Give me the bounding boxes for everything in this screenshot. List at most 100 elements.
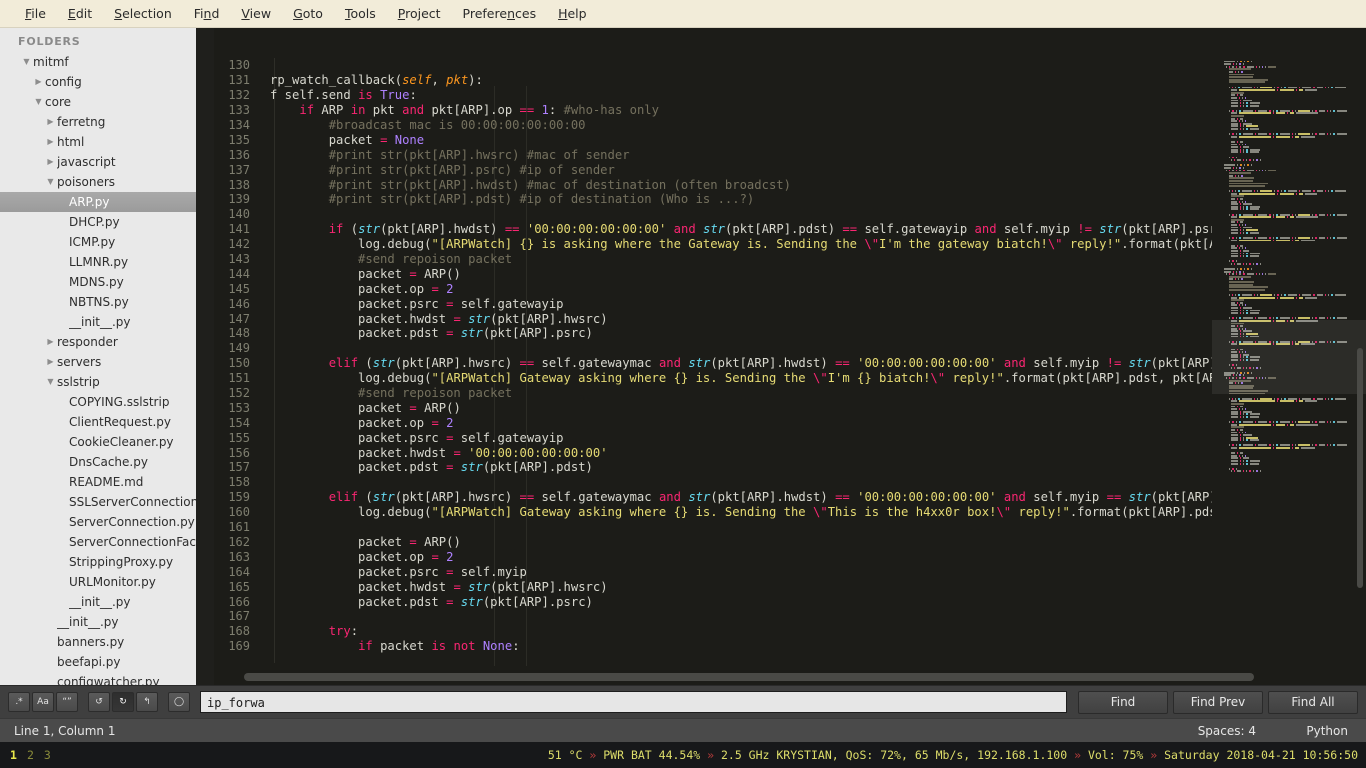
tree-file-dhcp-py[interactable]: DHCP.py <box>0 212 196 232</box>
menu-item-view[interactable]: View <box>230 4 282 23</box>
code-content[interactable]: 130131rp_watch_callback(self, pkt):132f … <box>214 58 1214 663</box>
workspace-switcher[interactable]: 123 <box>0 748 51 762</box>
code-line[interactable]: 160 log.debug("[ARPWatch] Gateway asking… <box>214 505 1214 520</box>
tree-file-urlmonitor-py[interactable]: URLMonitor.py <box>0 572 196 592</box>
tree-file-readme-md[interactable]: README.md <box>0 472 196 492</box>
code-line[interactable]: 145 packet.op = 2 <box>214 281 1214 296</box>
preserve-case-toggle[interactable]: ◯ <box>168 692 190 712</box>
tree-folder-servers[interactable]: ▶servers <box>0 352 196 372</box>
chevron-right-icon[interactable]: ▶ <box>32 78 45 86</box>
chevron-right-icon[interactable]: ▶ <box>44 358 57 366</box>
code-line[interactable]: 143 #send repoison packet <box>214 252 1214 267</box>
code-line[interactable]: 155 packet.psrc = self.gatewayip <box>214 430 1214 445</box>
code-line[interactable]: 134 #broadcast mac is 00:00:00:00:00:00 <box>214 118 1214 133</box>
find-bar[interactable]: .*Aa“”↺↻↰◯ ip_forwa FindFind PrevFind Al… <box>0 685 1366 718</box>
regex-toggle[interactable]: .* <box>8 692 30 712</box>
tree-file-sslserverconnection[interactable]: SSLServerConnection. <box>0 492 196 512</box>
code-line[interactable]: 149 <box>214 341 1214 356</box>
whole-word-toggle[interactable]: “” <box>56 692 78 712</box>
code-line[interactable]: 148 packet.pdst = str(pkt[ARP].psrc) <box>214 326 1214 341</box>
menu-item-find[interactable]: Find <box>183 4 231 23</box>
chevron-right-icon[interactable]: ▶ <box>44 338 57 346</box>
code-line[interactable]: 154 packet.op = 2 <box>214 415 1214 430</box>
tree-file-dnscache-py[interactable]: DnsCache.py <box>0 452 196 472</box>
code-line[interactable]: 131rp_watch_callback(self, pkt): <box>214 73 1214 88</box>
code-line[interactable]: 168 try: <box>214 624 1214 639</box>
chevron-down-icon[interactable]: ▼ <box>44 378 57 386</box>
tree-file-configwatcher-py[interactable]: configwatcher.py <box>0 672 196 685</box>
find-toggle-group[interactable]: .*Aa“”↺↻↰◯ <box>8 692 192 712</box>
code-line[interactable]: 137 #print str(pkt[ARP].psrc) #ip of sen… <box>214 162 1214 177</box>
menu-item-project[interactable]: Project <box>387 4 452 23</box>
chevron-down-icon[interactable]: ▼ <box>32 98 45 106</box>
menu-item-tools[interactable]: Tools <box>334 4 387 23</box>
code-line[interactable]: 144 packet = ARP() <box>214 266 1214 281</box>
code-line[interactable]: 142 log.debug("[ARPWatch] {} is asking w… <box>214 237 1214 252</box>
tree-file-init-py[interactable]: __init__.py <box>0 612 196 632</box>
code-line[interactable]: 162 packet = ARP() <box>214 535 1214 550</box>
chevron-right-icon[interactable]: ▶ <box>44 158 57 166</box>
tree-file-beefapi-py[interactable]: beefapi.py <box>0 652 196 672</box>
code-line[interactable]: 153 packet = ARP() <box>214 400 1214 415</box>
tree-folder-responder[interactable]: ▶responder <box>0 332 196 352</box>
workspace-1[interactable]: 1 <box>10 748 17 762</box>
chevron-down-icon[interactable]: ▼ <box>20 58 33 66</box>
code-line[interactable]: 146 packet.psrc = self.gatewayip <box>214 296 1214 311</box>
code-line[interactable]: 139 #print str(pkt[ARP].pdst) #ip of des… <box>214 192 1214 207</box>
find-button-group[interactable]: FindFind PrevFind All <box>1073 691 1358 714</box>
find-button[interactable]: Find <box>1078 691 1168 714</box>
code-line[interactable]: 151 log.debug("[ARPWatch] Gateway asking… <box>214 371 1214 386</box>
code-line[interactable]: 167 <box>214 609 1214 624</box>
code-line[interactable]: 136 #print str(pkt[ARP].hwsrc) #mac of s… <box>214 147 1214 162</box>
workspace-3[interactable]: 3 <box>44 748 51 762</box>
folder-tree-list[interactable]: ▼mitmf▶config▼core▶ferretng▶html▶javascr… <box>0 52 196 685</box>
tree-file-copying-sslstrip[interactable]: COPYING.sslstrip <box>0 392 196 412</box>
code-line[interactable]: 159 elif (str(pkt[ARP].hwsrc) == self.ga… <box>214 490 1214 505</box>
tree-folder-ferretng[interactable]: ▶ferretng <box>0 112 196 132</box>
tree-folder-sslstrip[interactable]: ▼sslstrip <box>0 372 196 392</box>
editor-horizontal-scrollbar-thumb[interactable] <box>244 673 1254 681</box>
tree-file-serverconnection-py[interactable]: ServerConnection.py <box>0 512 196 532</box>
code-line[interactable]: 147 packet.hwdst = str(pkt[ARP].hwsrc) <box>214 311 1214 326</box>
tree-file-cookiecleaner-py[interactable]: CookieCleaner.py <box>0 432 196 452</box>
menu-item-file[interactable]: File <box>14 4 57 23</box>
tree-file-nbtns-py[interactable]: NBTNS.py <box>0 292 196 312</box>
tree-file-llmnr-py[interactable]: LLMNR.py <box>0 252 196 272</box>
chevron-down-icon[interactable]: ▼ <box>44 178 57 186</box>
indentation-setting[interactable]: Spaces: 4 <box>1198 724 1256 738</box>
tree-file-init-py[interactable]: __init__.py <box>0 312 196 332</box>
editor-vertical-scrollbar[interactable] <box>1357 348 1363 588</box>
code-line[interactable]: 141 if (str(pkt[ARP].hwdst) == '00:00:00… <box>214 222 1214 237</box>
tree-folder-poisoners[interactable]: ▼poisoners <box>0 172 196 192</box>
sidebar-file-tree[interactable]: FOLDERS ▼mitmf▶config▼core▶ferretng▶html… <box>0 28 196 685</box>
code-line[interactable]: 163 packet.op = 2 <box>214 549 1214 564</box>
tree-folder-javascript[interactable]: ▶javascript <box>0 152 196 172</box>
minimap-viewport[interactable] <box>1212 320 1366 394</box>
syntax-mode[interactable]: Python <box>1306 724 1348 738</box>
chevron-right-icon[interactable]: ▶ <box>44 118 57 126</box>
tree-folder-config[interactable]: ▶config <box>0 72 196 92</box>
tree-file-banners-py[interactable]: banners.py <box>0 632 196 652</box>
code-line[interactable]: 169 if packet is not None: <box>214 639 1214 654</box>
code-editor[interactable]: 130131rp_watch_callback(self, pkt):132f … <box>214 28 1366 685</box>
workspace-2[interactable]: 2 <box>27 748 34 762</box>
tree-file-strippingproxy-py[interactable]: StrippingProxy.py <box>0 552 196 572</box>
code-line[interactable]: 130 <box>214 58 1214 73</box>
find-prev-button[interactable]: Find Prev <box>1173 691 1263 714</box>
code-line[interactable]: 161 <box>214 520 1214 535</box>
code-line[interactable]: 138 #print str(pkt[ARP].hwdst) #mac of d… <box>214 177 1214 192</box>
code-line[interactable]: 133 if ARP in pkt and pkt[ARP].op == 1: … <box>214 103 1214 118</box>
code-line[interactable]: 152 #send repoison packet <box>214 386 1214 401</box>
tree-folder-html[interactable]: ▶html <box>0 132 196 152</box>
tree-file-clientrequest-py[interactable]: ClientRequest.py <box>0 412 196 432</box>
code-line[interactable]: 135 packet = None <box>214 132 1214 147</box>
menu-item-edit[interactable]: Edit <box>57 4 103 23</box>
code-line[interactable]: 166 packet.pdst = str(pkt[ARP].psrc) <box>214 594 1214 609</box>
case-sensitive-toggle[interactable]: Aa <box>32 692 54 712</box>
tree-file-serverconnectionfact[interactable]: ServerConnectionFact <box>0 532 196 552</box>
code-line[interactable]: 140 <box>214 207 1214 222</box>
menu-item-help[interactable]: Help <box>547 4 598 23</box>
tree-file-init-py[interactable]: __init__.py <box>0 592 196 612</box>
tree-file-mdns-py[interactable]: MDNS.py <box>0 272 196 292</box>
tree-file-icmp-py[interactable]: ICMP.py <box>0 232 196 252</box>
